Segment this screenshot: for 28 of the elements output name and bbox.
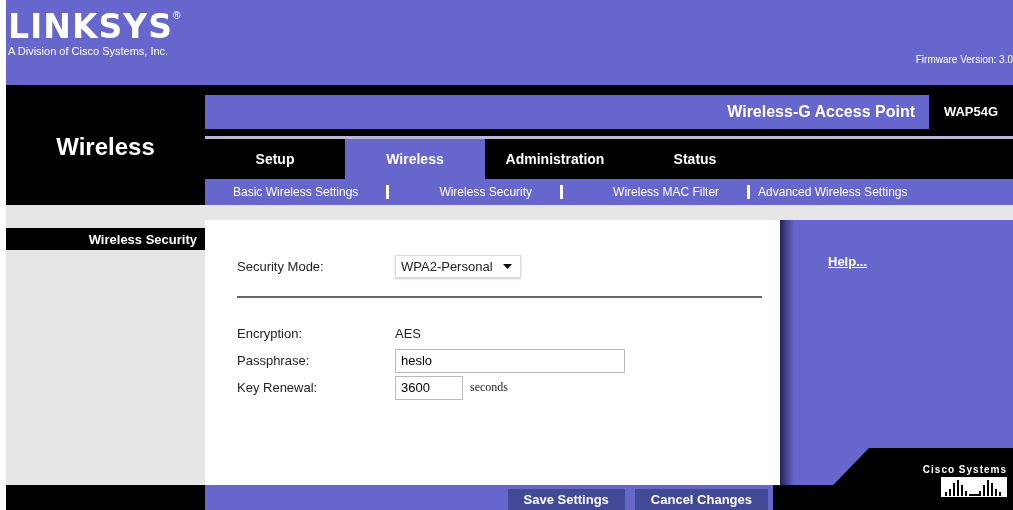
subnav-link[interactable]: Wireless MAC Filter: [560, 185, 748, 199]
model-name: WAP54G: [929, 95, 1013, 129]
cisco-logo-text: Cisco Systems: [922, 464, 1007, 475]
nav-tab[interactable]: Wireless: [345, 139, 485, 179]
help-link[interactable]: Help...: [828, 254, 867, 269]
security-mode-dropdown[interactable]: WPA2-Personal: [395, 254, 521, 278]
cancel-button[interactable]: Cancel Changes: [634, 489, 768, 510]
subnav-link[interactable]: Wireless Security: [386, 185, 561, 199]
caret-icon: [502, 263, 512, 269]
subnav-link[interactable]: Advanced Wireless Settings: [747, 185, 936, 199]
brand-tagline: A Division of Cisco Systems, Inc.: [8, 45, 170, 57]
field-label: Security Mode:: [237, 258, 325, 274]
encryption-value: AES: [395, 326, 421, 341]
sidebar-heading: Wireless Security: [6, 228, 205, 250]
product-name: Wireless-G Access Point: [727, 103, 916, 121]
registered-mark: ®: [172, 10, 181, 21]
linksys-logo: LINKSYS: [8, 10, 173, 44]
firmware-version: Firmware Version: 3.0: [915, 54, 1013, 67]
section-title: Wireless: [56, 133, 155, 162]
unit-label: seconds: [470, 380, 508, 395]
field-label: Key Renewal:: [237, 380, 319, 395]
passphrase-field[interactable]: heslo: [395, 348, 625, 373]
subnav-link[interactable]: Basic Wireless Settings: [233, 185, 387, 199]
field-label: Encryption:: [237, 326, 304, 341]
bridge-bars-icon: [941, 477, 1007, 497]
save-button[interactable]: Save Settings: [507, 489, 625, 510]
key-renewal-field[interactable]: 3600: [395, 375, 463, 400]
field-label: Passphrase:: [237, 353, 311, 368]
